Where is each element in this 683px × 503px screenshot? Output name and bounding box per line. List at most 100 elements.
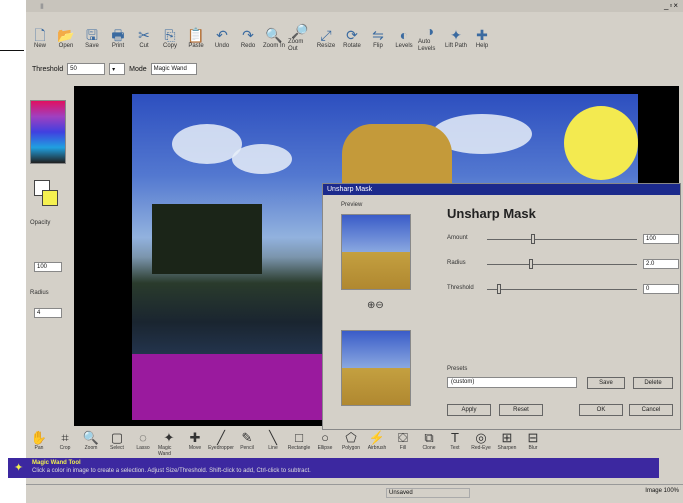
toolbar-levels-button[interactable]: ◐ Levels — [392, 18, 416, 58]
amount-value[interactable]: 100 — [643, 234, 679, 244]
open-folder-icon: 📂 — [57, 26, 75, 43]
toolbar-label: Ellipse — [317, 445, 333, 451]
tool-clone-button[interactable]: ⧉ Clone — [418, 430, 440, 458]
tool-crop-button[interactable]: ⌗ Crop — [54, 430, 76, 458]
tool-pencil-button[interactable]: ✎ Pencil — [236, 430, 258, 458]
tool-zoom-button[interactable]: 🔍 Zoom — [80, 430, 102, 458]
text-icon: T — [451, 430, 459, 445]
threshold-value[interactable]: 0 — [643, 284, 679, 294]
toolbar-rotate-button[interactable]: ⟳ Rotate — [340, 18, 364, 58]
toolbar-open-button[interactable]: 📂 Open — [54, 18, 78, 58]
tool-lasso-button[interactable]: ◌ Lasso — [132, 430, 154, 458]
toolbar-lift-path-button[interactable]: ✦ Lift Path — [444, 18, 468, 58]
toolbar-undo-button[interactable]: ↶ Undo — [210, 18, 234, 58]
crop-icon: ⌗ — [61, 430, 69, 445]
presets-select[interactable]: (custom) — [447, 377, 577, 388]
mode-label: Mode — [129, 65, 147, 73]
toolbar-copy-button[interactable]: ⎘ Copy — [158, 18, 182, 58]
castle-silhouette — [152, 204, 262, 274]
levels-icon: ◐ — [399, 26, 409, 43]
opacity-stepper[interactable]: 100 — [34, 262, 62, 272]
toolbar-new-button[interactable]: 🗋 New — [28, 18, 52, 58]
mode-select[interactable]: Magic Wand — [150, 63, 197, 75]
cancel-button[interactable]: Cancel — [629, 404, 673, 416]
radius-slider-thumb[interactable] — [529, 259, 533, 269]
toolbar-label: Rotate — [343, 42, 361, 49]
blur-icon: ⊟ — [527, 430, 539, 445]
toolbar-auto-levels-button[interactable]: ◑ Auto Levels — [418, 18, 442, 58]
tool-line-button[interactable]: ╲ Line — [262, 430, 284, 458]
threshold-label: Threshold — [32, 65, 64, 73]
toolbar-label: Select — [110, 445, 124, 451]
tool-pan-button[interactable]: ✋ Pan — [28, 430, 50, 458]
tool-eyedropper-button[interactable]: ╱ Eyedropper — [208, 430, 234, 458]
tool-blur-button[interactable]: ⊟ Blur — [522, 430, 544, 458]
sun-shape — [564, 106, 638, 180]
apply-button[interactable]: Apply — [447, 404, 491, 416]
toolbar-help-button[interactable]: ✚ Help — [470, 18, 494, 58]
title-bar: ▮ _▫× — [26, 0, 683, 12]
hint-title: Magic Wand Tool — [32, 460, 81, 466]
toolbar-label: Redo — [240, 42, 256, 49]
toolbar-label: Auto Levels — [418, 39, 436, 52]
toolbar-label: Zoom — [84, 445, 98, 451]
tool-select-button[interactable]: ▢ Select — [106, 430, 128, 458]
delete-preset-button[interactable]: Delete — [633, 377, 673, 389]
toolbar-label: Print — [111, 42, 125, 49]
toolbar-paste-button[interactable]: 📋 Paste — [184, 18, 208, 58]
help-icon: ✚ — [476, 26, 488, 43]
toolbar-label: Text — [450, 445, 460, 451]
tool-rectangle-button[interactable]: □ Rectangle — [288, 430, 311, 458]
tool-magic-wand-button[interactable]: ✦ Magic Wand — [158, 430, 180, 458]
foreground-color-swatch[interactable] — [42, 190, 58, 206]
cut-icon: ✂ — [138, 26, 150, 43]
preview-after[interactable] — [341, 330, 411, 406]
toolbar-label: Help — [475, 42, 489, 49]
toolbar-print-button[interactable]: 🖶 Print — [106, 18, 130, 58]
tools-toolbar: ✋ Pan ⌗ Crop 🔍 Zoom ▢ Select ◌ Lasso ✦ Magic Wand ✚ M… — [28, 430, 683, 458]
tool-red-eye-button[interactable]: ◎ Red-Eye — [470, 430, 492, 458]
line-icon: ╲ — [269, 430, 277, 445]
amount-slider-thumb[interactable] — [531, 234, 535, 244]
color-panel: Opacity 100 Radius 4 — [28, 90, 72, 420]
preview-zoom-icon[interactable]: ⊕⊖ — [367, 300, 384, 311]
threshold-slider-thumb[interactable] — [497, 284, 501, 294]
window-controls[interactable]: _▫× — [664, 1, 679, 10]
radius-track[interactable] — [487, 264, 637, 265]
toolbar-label: Airbrush — [367, 445, 387, 451]
tool-polygon-button[interactable]: ⬠ Polygon — [340, 430, 362, 458]
amount-track[interactable] — [487, 239, 637, 240]
toolbar-redo-button[interactable]: ↷ Redo — [236, 18, 260, 58]
tool-sharpen-button[interactable]: ⊞ Sharpen — [496, 430, 518, 458]
tool-text-button[interactable]: T Text — [444, 430, 466, 458]
threshold-track[interactable] — [487, 289, 637, 290]
toolbar-label: Eyedropper — [208, 445, 234, 451]
lift-path-icon: ✦ — [450, 26, 462, 43]
threshold-dropdown[interactable]: ▾ — [109, 63, 126, 75]
threshold-input[interactable]: 50 — [67, 63, 106, 75]
toolbar-label: Paste — [188, 42, 204, 49]
toolbar-zoom-in-button[interactable]: 🔍 Zoom In — [262, 18, 286, 58]
preview-before[interactable] — [341, 214, 411, 290]
toolbar-label: Polygon — [341, 445, 361, 451]
ok-button[interactable]: OK — [579, 404, 623, 416]
tool-ellipse-button[interactable]: ○ Ellipse — [314, 430, 336, 458]
auto-levels-icon: ◑ — [425, 23, 435, 39]
reset-button[interactable]: Reset — [499, 404, 543, 416]
toolbar-label: Pencil — [240, 445, 254, 451]
toolbar-cut-button[interactable]: ✂ Cut — [132, 18, 156, 58]
tool-move-button[interactable]: ✚ Move — [184, 430, 206, 458]
pencil-icon: ✎ — [241, 430, 253, 445]
radius-stepper[interactable]: 4 — [34, 308, 62, 318]
toolbar-flip-button[interactable]: ⇋ Flip — [366, 18, 390, 58]
color-palette[interactable] — [30, 100, 66, 164]
unsharp-mask-dialog: Unsharp Mask Preview ⊕⊖ Unsharp Mask Amo… — [322, 183, 681, 430]
tool-airbrush-button[interactable]: ⚡ Airbrush — [366, 430, 388, 458]
toolbar-resize-button[interactable]: ⤢ Resize — [314, 18, 338, 58]
tool-fill-button[interactable]: ⛋ Fill — [392, 430, 414, 458]
paste-icon: 📋 — [187, 26, 205, 43]
toolbar-save-button[interactable]: 🖫 Save — [80, 18, 104, 58]
save-preset-button[interactable]: Save — [587, 377, 625, 389]
toolbar-zoom-out-button[interactable]: 🔎 Zoom Out — [288, 18, 312, 58]
radius-value[interactable]: 2.0 — [643, 259, 679, 269]
